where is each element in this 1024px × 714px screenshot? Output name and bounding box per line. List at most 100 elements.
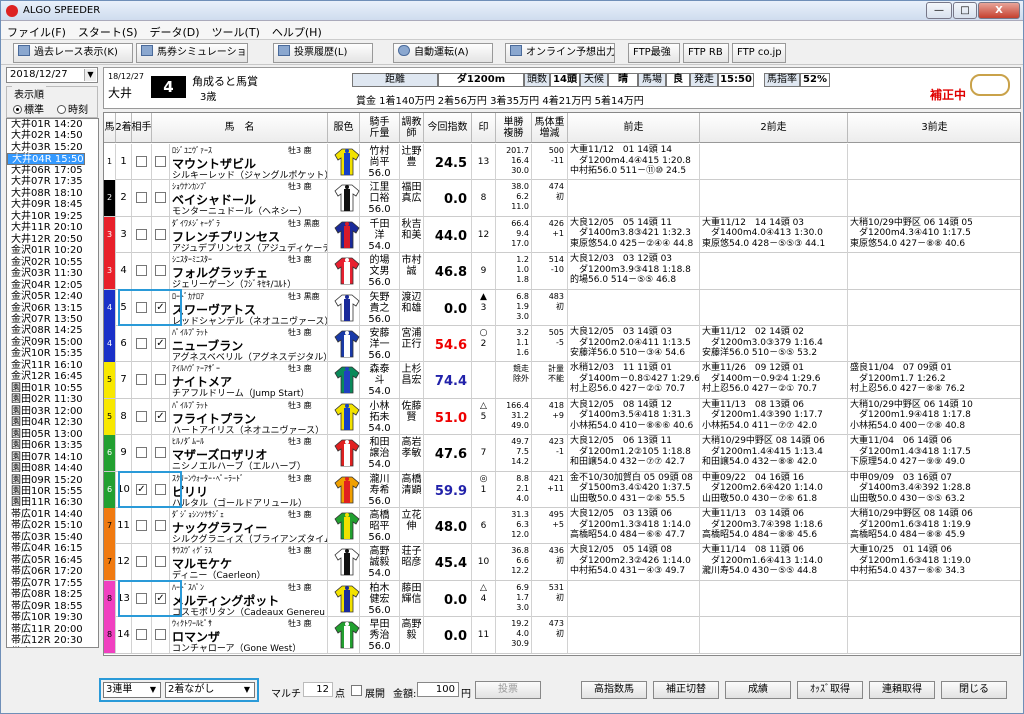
odds-fetch-button[interactable]: ｵｯｽﾞ取得: [797, 681, 863, 699]
second-checkbox[interactable]: [136, 374, 147, 386]
race-list-item[interactable]: 帯広02R 15:10: [7, 520, 98, 531]
horse-row[interactable]: 4 6 ✓ ﾊﾟｲﾙﾌﾟﾗｯﾄ 牡3 鹿 ニューブラン アグネスベベリル（アグネスデ…: [104, 326, 1020, 363]
race-list-item[interactable]: 金沢12R 16:45: [7, 371, 98, 382]
amount-input[interactable]: 100: [417, 682, 459, 697]
race-list-item[interactable]: 大井12R 20:50: [7, 234, 98, 245]
race-list-item[interactable]: 帯広05R 16:45: [7, 555, 98, 566]
past-race-button[interactable]: 過去レース表示(K): [13, 43, 133, 63]
column-header-h-mark[interactable]: 印: [472, 113, 496, 143]
race-list-item[interactable]: 帯広04R 16:15: [7, 543, 98, 554]
column-header-h-jockey[interactable]: 騎手 斤量: [360, 113, 400, 143]
menu-start[interactable]: スタート(S): [72, 21, 144, 40]
race-list-item[interactable]: 帯広12R 20:30: [7, 635, 98, 646]
race-list-item[interactable]: 大井09R 18:45: [7, 199, 98, 210]
race-list[interactable]: 大井01R 14:20 大井02R 14:50 大井03R 15:20 大井04R 1…: [6, 118, 99, 648]
column-header-h-partner[interactable]: 相手: [132, 113, 152, 143]
second-checkbox[interactable]: [136, 338, 147, 349]
menu-data[interactable]: データ(D): [144, 21, 206, 40]
horse-row[interactable]: 33 ﾀﾞｲﾜﾒｼﾞｬｰｸﾞﾗ 牡3 黒鹿 フレンチプリンセス アジュデプリンセ…: [104, 216, 1020, 254]
column-header-h-weight[interactable]: 馬体重 増減: [532, 113, 568, 143]
partner-checkbox[interactable]: [155, 556, 166, 568]
race-list-item[interactable]: 園田10R 15:55: [7, 486, 98, 497]
partner-checkbox[interactable]: ✓: [155, 410, 166, 422]
race-list-item[interactable]: 大井08R 18:10: [7, 188, 98, 199]
race-list-item[interactable]: 園田05R 13:00: [7, 429, 98, 440]
column-header-h-prev2[interactable]: 2前走: [700, 113, 848, 143]
horse-row[interactable]: 11 ﾛｼﾞﾕﾆｳﾞｧｰｽ 牡3 鹿 マウントザビル シルキーレッド（ジャングル…: [104, 144, 1020, 181]
race-list-item[interactable]: 大井01R 14:20: [7, 119, 98, 130]
second-checkbox[interactable]: [136, 520, 147, 531]
vote-history-button[interactable]: 投票履歴(L): [273, 43, 373, 63]
race-list-item[interactable]: 金沢02R 10:55: [7, 257, 98, 268]
race-list-item[interactable]: 園田06R 13:35: [7, 440, 98, 451]
order-standard-radio[interactable]: 標準: [13, 101, 44, 116]
partner-checkbox[interactable]: [155, 228, 166, 240]
second-checkbox[interactable]: [136, 192, 147, 204]
second-checkbox[interactable]: [136, 556, 147, 568]
horse-row[interactable]: 7 11 ﾀﾞｼﾞｮｼﾝｿｸｻｼﾞｪ 牡3 鹿 ナックグラフィー シルクグラニィズ…: [104, 508, 1020, 545]
second-checkbox[interactable]: [136, 629, 147, 641]
race-list-item[interactable]: 大井02R 14:50: [7, 130, 98, 141]
race-list-item[interactable]: 大井03R 15:20: [7, 142, 98, 153]
menu-help[interactable]: ヘルプ(H): [266, 21, 328, 40]
bet-sim-button[interactable]: 馬券シミュレーション(B): [136, 43, 248, 63]
date-picker[interactable]: 2018/12/27 ▼: [6, 67, 98, 83]
ftp-cojp-button[interactable]: FTP co.jp: [732, 43, 786, 63]
auto-run-button[interactable]: 自動運転(A): [393, 43, 493, 63]
race-list-item[interactable]: 帯広09R 18:55: [7, 601, 98, 612]
race-list-item[interactable]: 園田08R 14:40: [7, 463, 98, 474]
partner-checkbox[interactable]: ✓: [155, 338, 166, 349]
race-list-item[interactable]: 大井07R 17:35: [7, 176, 98, 187]
partner-checkbox[interactable]: [155, 265, 166, 277]
race-list-item[interactable]: 金沢06R 13:15: [7, 303, 98, 314]
race-list-item[interactable]: 大井04R 15:50: [7, 153, 85, 165]
race-list-item[interactable]: 大井10R 19:25: [7, 211, 98, 222]
maximize-button[interactable]: □: [953, 2, 977, 19]
race-list-item[interactable]: 園田03R 12:00: [7, 406, 98, 417]
column-header-h-silk[interactable]: 服色: [328, 113, 360, 143]
race-list-item[interactable]: 金沢10R 15:35: [7, 348, 98, 359]
race-list-item[interactable]: 金沢07R 13:50: [7, 314, 98, 325]
order-time-radio[interactable]: 時刻: [57, 101, 88, 116]
vote-button[interactable]: 投票: [475, 681, 541, 699]
chevron-down-icon[interactable]: ▼: [84, 69, 96, 81]
correction-toggle-button[interactable]: 補正切替: [653, 681, 719, 699]
expand-checkbox[interactable]: [351, 685, 362, 696]
partner-checkbox[interactable]: [155, 629, 166, 641]
horse-row[interactable]: 4 5 ✓ ﾛｰﾄﾞｶﾅﾛｱ 牡3 黒鹿 スワーヴアトス レッドシャンデル（ネオユニ…: [104, 289, 1020, 326]
horse-row[interactable]: 5 8 ✓ ﾊﾟｲﾙﾌﾟﾗｯﾄ 牡3 鹿 フライトプラン ハートアイリス（ネオユニヴ…: [104, 398, 1020, 436]
race-list-item[interactable]: 帯広06R 17:20: [7, 566, 98, 577]
results-button[interactable]: 成績: [725, 681, 791, 699]
second-checkbox[interactable]: [136, 156, 147, 167]
second-checkbox[interactable]: [136, 265, 147, 277]
minimize-button[interactable]: —: [926, 2, 952, 19]
race-list-item[interactable]: 帯広11R 20:00: [7, 624, 98, 635]
ftp-rb-button[interactable]: FTP RB: [683, 43, 729, 63]
column-header-h-prev3[interactable]: 3前走: [848, 113, 1020, 143]
race-list-item[interactable]: 大井06R 17:05: [7, 165, 98, 176]
column-header-h-name[interactable]: 馬 名: [152, 113, 328, 143]
column-header-h-waku[interactable]: 馬: [104, 113, 116, 143]
race-list-item[interactable]: 園田01R 10:55: [7, 383, 98, 394]
race-list-item[interactable]: 金沢11R 16:10: [7, 360, 98, 371]
horse-row[interactable]: 8 13 ✓ ﾊｰﾄﾞｽﾊﾟﾝ 牡3 鹿 メルティングポット コスモポリタン（Cad…: [104, 580, 1020, 618]
race-list-item[interactable]: 大井11R 20:10: [7, 222, 98, 233]
race-list-item[interactable]: 金沢08R 14:25: [7, 325, 98, 336]
race-list-item[interactable]: 金沢03R 11:30: [7, 268, 98, 279]
race-list-item[interactable]: 帯広10R 19:30: [7, 612, 98, 623]
race-list-item[interactable]: 金沢04R 12:05: [7, 280, 98, 291]
partner-checkbox[interactable]: [155, 520, 166, 531]
race-list-item[interactable]: 金沢09R 15:00: [7, 337, 98, 348]
horse-row[interactable]: 22 ｼｮｳﾅﾝｶﾝﾌﾟ 牡3 鹿 ベイシャドール モンターニュドール（ヘネシー…: [104, 180, 1020, 217]
horse-row[interactable]: 7 12 ｻｳｽｳﾞｨｸﾞﾗｽ 牡3 鹿 マルモケケ ディニー（Caerleon）…: [104, 544, 1020, 581]
horse-row[interactable]: 8 14 ｳｨｸﾄﾜｰﾙﾋﾟｻ 牡3 鹿 ロマンザ コンチャローア（Gone We…: [104, 617, 1020, 654]
second-checkbox[interactable]: [136, 447, 147, 459]
menu-tools[interactable]: ツール(T): [206, 21, 266, 40]
partner-checkbox[interactable]: [155, 156, 166, 167]
partner-checkbox[interactable]: [155, 192, 166, 204]
horse-row[interactable]: 6 10 ✓ ｽｸﾘｰﾝｳｫｰﾀｰ･ﾍﾟｰﾗｰﾄﾞ 牡3 鹿 ピリリ ハルタル（ゴー…: [104, 471, 1020, 508]
race-list-item[interactable]: 金沢05R 12:40: [7, 291, 98, 302]
horse-row[interactable]: 34 ｼﾆｽﾀｰﾐﾆｽﾀｰ 牡3 鹿 フォルグラッチェ ジェリーゲーン（ﾌｼﾞｷ…: [104, 253, 1020, 290]
horse-row[interactable]: 57 ｱｲﾙﾊｳﾞｧｰｱｻﾞｰ 牡3 鹿 ナイトメア チアフルドリーム（Jump…: [104, 362, 1020, 399]
second-checkbox[interactable]: [136, 410, 147, 422]
